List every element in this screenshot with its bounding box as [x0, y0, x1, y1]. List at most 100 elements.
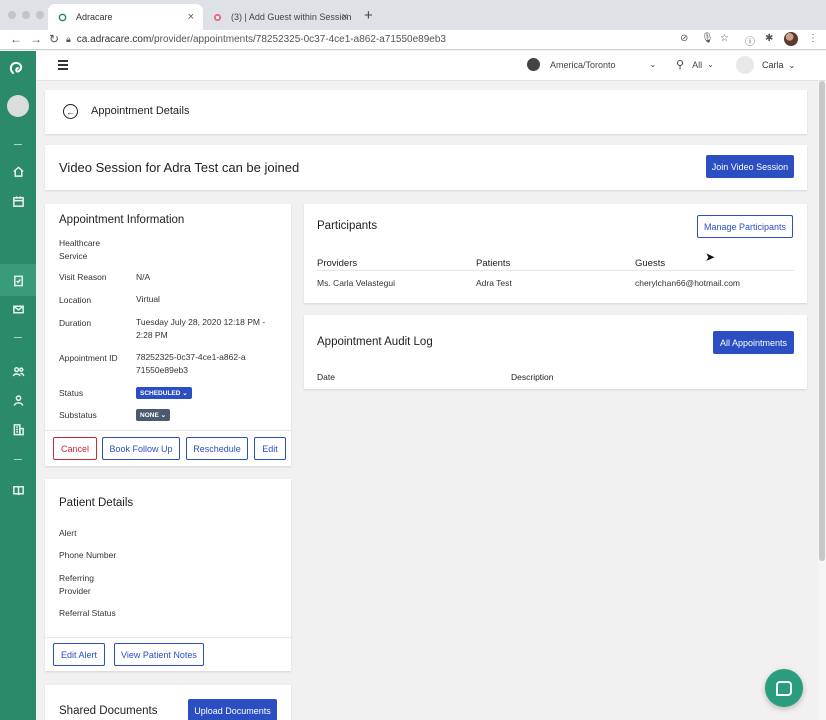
- window-maximize-dot[interactable]: [36, 11, 44, 19]
- chat-launcher-button[interactable]: [765, 669, 803, 707]
- chevron-down-icon: ⌄: [182, 390, 188, 397]
- timezone-select[interactable]: America/Toronto ⌄: [527, 58, 656, 71]
- edit-alert-button[interactable]: Edit Alert: [53, 643, 105, 666]
- forward-arrow-icon[interactable]: →: [30, 32, 42, 46]
- view-patient-notes-button[interactable]: View Patient Notes: [114, 643, 204, 666]
- adracare-logo-icon[interactable]: [7, 59, 27, 79]
- field-label: Phone Number: [59, 550, 117, 560]
- tab-label: Adracare: [76, 12, 113, 22]
- book-follow-up-button[interactable]: Book Follow Up: [102, 437, 180, 460]
- chat-bubble-icon: [776, 680, 792, 696]
- sidebar-item-providers[interactable]: [9, 391, 27, 409]
- status-value: SCHEDULED: [140, 389, 181, 397]
- sidebar-item-appointments[interactable]: [9, 271, 27, 289]
- sidebar-item-guide[interactable]: [9, 481, 27, 499]
- browser-profile-avatar[interactable]: [784, 32, 798, 46]
- browser-tab-add-guest[interactable]: (3) | Add Guest within Session ×: [207, 4, 357, 30]
- info-extension-icon[interactable]: ⓘ: [745, 33, 755, 48]
- table-header: Patients: [476, 258, 511, 269]
- sidebar-divider: [14, 337, 22, 338]
- location-filter-value: All: [692, 59, 703, 70]
- upload-documents-button[interactable]: Upload Documents: [188, 699, 277, 720]
- book-icon: [12, 485, 24, 495]
- sidebar-item-clinic[interactable]: [9, 420, 27, 438]
- field-value: Virtual: [136, 294, 160, 304]
- card-divider: [45, 637, 291, 638]
- shared-documents-card: Shared Documents Upload Documents: [45, 685, 291, 720]
- scrollbar-thumb[interactable]: [819, 81, 825, 561]
- sidebar-avatar[interactable]: [7, 95, 29, 117]
- new-tab-icon[interactable]: +: [364, 7, 373, 24]
- building-icon: [13, 423, 24, 435]
- participants-title: Participants: [317, 220, 378, 232]
- video-session-card: Video Session for Adra Test can be joine…: [45, 145, 807, 190]
- user-avatar: [736, 56, 754, 74]
- table-header: Guests: [635, 258, 666, 269]
- provider-cell: Ms. Carla Velastegui: [317, 278, 395, 288]
- join-video-session-button[interactable]: Join Video Session: [706, 155, 794, 178]
- sidebar-item-home[interactable]: [9, 162, 27, 180]
- mouse-cursor-icon: ➤: [705, 250, 716, 264]
- extensions-puzzle-icon[interactable]: ✱: [765, 33, 773, 44]
- home-icon: [12, 165, 24, 177]
- back-arrow-icon[interactable]: ←: [63, 104, 78, 119]
- tab-label: (3) | Add Guest within Session: [231, 12, 352, 22]
- page-title: Appointment Details: [91, 105, 190, 117]
- app-topbar: America/Toronto ⌄ ⚲ All ⌄ Carla ⌄: [36, 51, 826, 81]
- url-path: /provider/appointments/78252325-0c37-4ce…: [151, 34, 446, 45]
- field-label: Healthcare Service: [59, 238, 101, 261]
- cancel-button[interactable]: Cancel: [53, 437, 97, 460]
- users-icon: [12, 366, 24, 376]
- microphone-icon[interactable]: 🎙︎: [701, 33, 714, 44]
- extension-blocked-icon[interactable]: ⊘: [680, 33, 688, 44]
- calendar-icon: [12, 195, 24, 207]
- field-label: Referral Status: [59, 608, 116, 618]
- field-label: Appointment ID: [59, 353, 118, 363]
- edit-button[interactable]: Edit: [254, 437, 286, 460]
- app-sidebar: [0, 51, 36, 720]
- card-divider: [45, 430, 291, 431]
- bookmark-star-icon[interactable]: ☆: [720, 33, 729, 44]
- video-session-message: Video Session for Adra Test can be joine…: [59, 160, 300, 175]
- sidebar-item-patients[interactable]: [9, 362, 27, 380]
- status-badge[interactable]: SCHEDULED ⌄: [136, 387, 192, 399]
- sidebar-item-messages[interactable]: [9, 300, 27, 318]
- window-minimize-dot[interactable]: [22, 11, 30, 19]
- clipboard-check-icon: [13, 275, 23, 286]
- url-domain: ca.adracare.com: [76, 34, 152, 45]
- chevron-down-icon: ⌄: [707, 60, 714, 69]
- audit-log-title: Appointment Audit Log: [317, 336, 433, 348]
- all-appointments-button[interactable]: All Appointments: [713, 331, 794, 354]
- manage-participants-button[interactable]: Manage Participants: [697, 215, 793, 238]
- substatus-badge[interactable]: NONE ⌄: [136, 409, 171, 421]
- location-filter-select[interactable]: ⚲ All ⌄: [676, 58, 714, 71]
- browser-address-bar: ← → ↻ 🔒︎ ca.adracare.com/provider/appoin…: [0, 30, 826, 50]
- lock-icon: 🔒︎: [66, 34, 71, 44]
- page-scrollbar[interactable]: [818, 81, 826, 720]
- field-label: Referring Provider: [59, 573, 94, 596]
- close-tab-icon[interactable]: ×: [342, 11, 348, 23]
- browser-menu-icon[interactable]: ⋮: [808, 33, 818, 44]
- sidebar-divider: [14, 144, 22, 145]
- menu-hamburger-icon[interactable]: [58, 60, 68, 70]
- sidebar-divider: [14, 459, 22, 460]
- user-name: Carla: [762, 60, 784, 70]
- table-header: Providers: [317, 258, 358, 269]
- sidebar-item-calendar[interactable]: [9, 192, 27, 210]
- user-menu[interactable]: Carla ⌄: [736, 56, 795, 74]
- table-divider: [317, 270, 794, 271]
- table-header: Description: [511, 372, 554, 382]
- chevron-down-icon: ⌄: [788, 60, 796, 70]
- field-label: Duration: [59, 318, 92, 328]
- page-header-card: ← Appointment Details: [45, 90, 807, 134]
- participants-card: Participants Manage Participants Provide…: [304, 204, 807, 303]
- close-tab-icon[interactable]: ×: [188, 11, 194, 23]
- chevron-down-icon: ⌄: [160, 412, 167, 419]
- window-close-dot[interactable]: [8, 11, 16, 19]
- reload-icon[interactable]: ↻: [49, 32, 59, 46]
- substatus-label: Substatus: [59, 410, 97, 420]
- shared-documents-title: Shared Documents: [59, 705, 158, 717]
- reschedule-button[interactable]: Reschedule: [186, 437, 248, 460]
- browser-tab-adracare[interactable]: Adracare ×: [48, 4, 203, 30]
- back-arrow-icon[interactable]: ←: [10, 32, 22, 46]
